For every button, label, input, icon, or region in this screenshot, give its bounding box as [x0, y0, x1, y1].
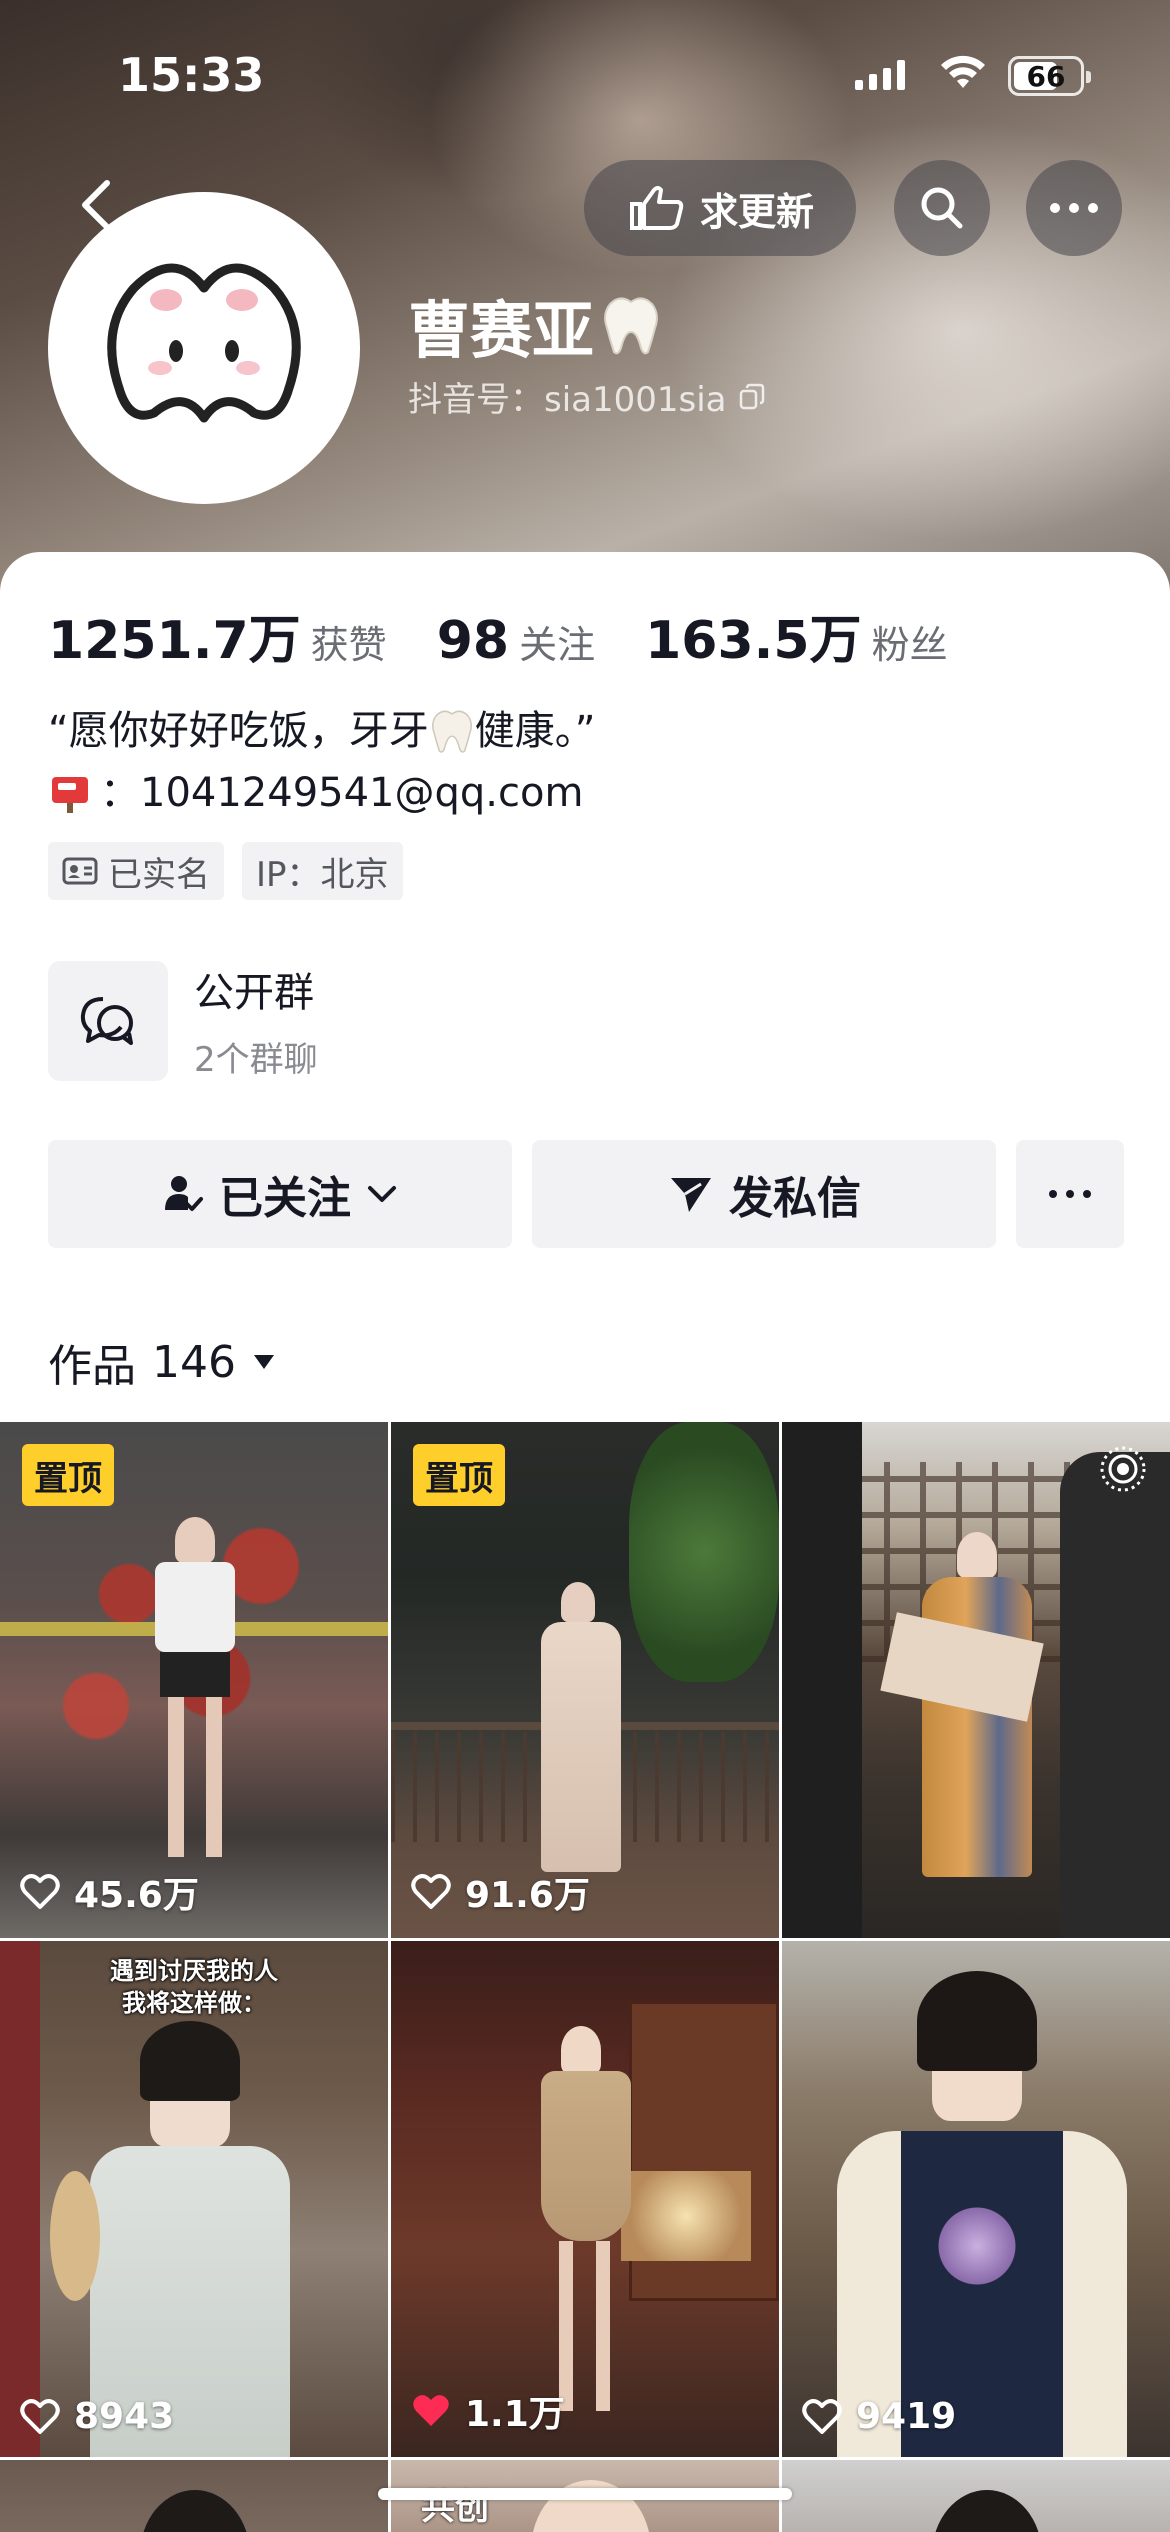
like-count-value: 91.6万 [465, 1875, 590, 1916]
profile-actions: 已关注 发私信 [48, 1140, 1124, 1248]
like-count-value: 8943 [74, 2396, 175, 2437]
like-count: 91.6万 [411, 1866, 590, 1918]
video-thumbnail [782, 1422, 1170, 1938]
profile-name-text: 曹赛亚 [408, 294, 595, 367]
video-tile[interactable]: 9419 [782, 1941, 1170, 2457]
id-card-icon [62, 857, 98, 885]
hand-point-icon [629, 186, 684, 230]
like-count: 9419 [802, 2396, 956, 2437]
profile-banner: 15:33 66 求更新 曹赛亚 抖音号：sia1001sia [0, 0, 1170, 600]
pinned-badge: 置顶 [22, 1444, 114, 1506]
ip-tag: IP：北京 [242, 842, 403, 900]
copy-icon[interactable] [737, 382, 767, 412]
group-title: 公开群 [194, 970, 314, 1016]
heart-outline-icon [411, 1874, 451, 1909]
mailbox-icon [52, 777, 88, 813]
video-tile[interactable] [782, 1422, 1170, 1938]
following-label: 关注 [519, 623, 596, 667]
bio-email[interactable]: ：1041249541@qq.com [100, 762, 583, 824]
status-bar: 15:33 66 [0, 0, 1170, 150]
tooth-emoji-icon [604, 297, 658, 355]
ip-label: IP：北京 [256, 854, 389, 895]
tab-works[interactable]: 作品 146 [48, 1330, 276, 1394]
heart-outline-icon [802, 2398, 842, 2434]
like-count: 8943 [20, 2396, 174, 2437]
profile-name: 曹赛亚 [408, 280, 662, 370]
video-thumbnail [0, 2460, 388, 2532]
following-count[interactable]: 98 [437, 611, 509, 671]
likes-label: 获赞 [310, 623, 387, 667]
live-photo-icon [1100, 1446, 1146, 1492]
search-button[interactable] [894, 160, 990, 256]
douyin-id[interactable]: 抖音号：sia1001sia [408, 372, 767, 421]
video-tile[interactable]: 遇到讨厌我的人 我将这样做： 8943 [0, 1941, 388, 2457]
request-update-label: 求更新 [699, 189, 814, 234]
caret-down-icon [253, 1355, 274, 1369]
video-tile[interactable] [0, 2460, 388, 2532]
request-update-button[interactable]: 求更新 [584, 160, 856, 256]
chevron-down-icon [368, 1186, 396, 1202]
video-thumbnail [391, 1941, 779, 2457]
more-options-button[interactable] [1026, 160, 1122, 256]
public-group-entry[interactable]: 公开群 2个群聊 [48, 960, 318, 1081]
like-count-value: 1.1万 [465, 2394, 565, 2435]
works-label: 作品 [48, 1341, 136, 1392]
ellipsis-icon [1050, 203, 1098, 213]
pinned-badge: 置顶 [413, 1444, 505, 1506]
video-tile[interactable]: 置顶 91.6万 [391, 1422, 779, 1938]
send-plane-icon [671, 1178, 711, 1212]
group-subtitle: 2个群聊 [194, 1040, 318, 1080]
works-grid: 置顶 45.6万 置顶 91.6万 遇到讨厌我的人 我将这样做： 8943 1.… [0, 1422, 1170, 2532]
like-count: 45.6万 [20, 1866, 199, 1918]
verified-tag: 已实名 [48, 842, 224, 900]
works-count: 146 [152, 1336, 236, 1388]
status-time: 15:33 [118, 48, 265, 102]
profile-tags: 已实名 IP：北京 [48, 842, 403, 900]
wifi-icon [941, 55, 985, 88]
send-message-label: 发私信 [729, 1173, 861, 1224]
verified-label: 已实名 [108, 854, 210, 895]
following-button[interactable]: 已关注 [48, 1140, 512, 1248]
following-label: 已关注 [219, 1173, 351, 1224]
video-thumbnail [782, 2460, 1170, 2532]
user-check-icon [165, 1176, 203, 1211]
cellular-signal-icon [855, 60, 905, 90]
like-count: 1.1万 [411, 2385, 565, 2437]
heart-outline-icon [20, 2398, 60, 2434]
avatar[interactable] [48, 192, 360, 504]
likes-count[interactable]: 1251.7万 [48, 598, 301, 673]
followers-count[interactable]: 163.5万 [645, 598, 861, 673]
douyin-id-text: 抖音号：sia1001sia [408, 380, 727, 420]
tooth-avatar-icon [107, 263, 301, 423]
like-count-value: 45.6万 [74, 1875, 199, 1916]
bio-line-1a: “愿你好好吃饭，牙牙 [48, 708, 429, 754]
video-caption-overlay: 遇到讨厌我的人 我将这样做： [110, 1957, 278, 2017]
tooth-emoji-icon [431, 710, 472, 753]
battery-level: 66 [1026, 59, 1066, 93]
more-actions-button[interactable] [1016, 1140, 1124, 1248]
heart-filled-icon [413, 2395, 449, 2426]
video-tile[interactable]: 置顶 45.6万 [0, 1422, 388, 1938]
video-tile[interactable]: 1.1万 [391, 1941, 779, 2457]
heart-outline-icon [20, 1874, 60, 1909]
video-thumbnail [782, 1941, 1170, 2457]
profile-bio: “愿你好好吃饭，牙牙 健康。” ：1041249541@qq.com [48, 700, 595, 824]
search-icon [921, 187, 963, 229]
group-chat-icon [48, 960, 168, 1081]
ellipsis-icon [1049, 1190, 1091, 1198]
send-message-button[interactable]: 发私信 [532, 1140, 996, 1248]
profile-stats: 1251.7万 获赞 98 关注 163.5万 粉丝 [48, 598, 998, 673]
home-indicator[interactable] [378, 2488, 792, 2500]
bio-line-1b: 健康。” [474, 708, 596, 754]
battery-icon: 66 [1008, 56, 1091, 96]
like-count-value: 9419 [856, 2396, 957, 2437]
followers-label: 粉丝 [871, 623, 948, 667]
video-tile[interactable] [782, 2460, 1170, 2532]
